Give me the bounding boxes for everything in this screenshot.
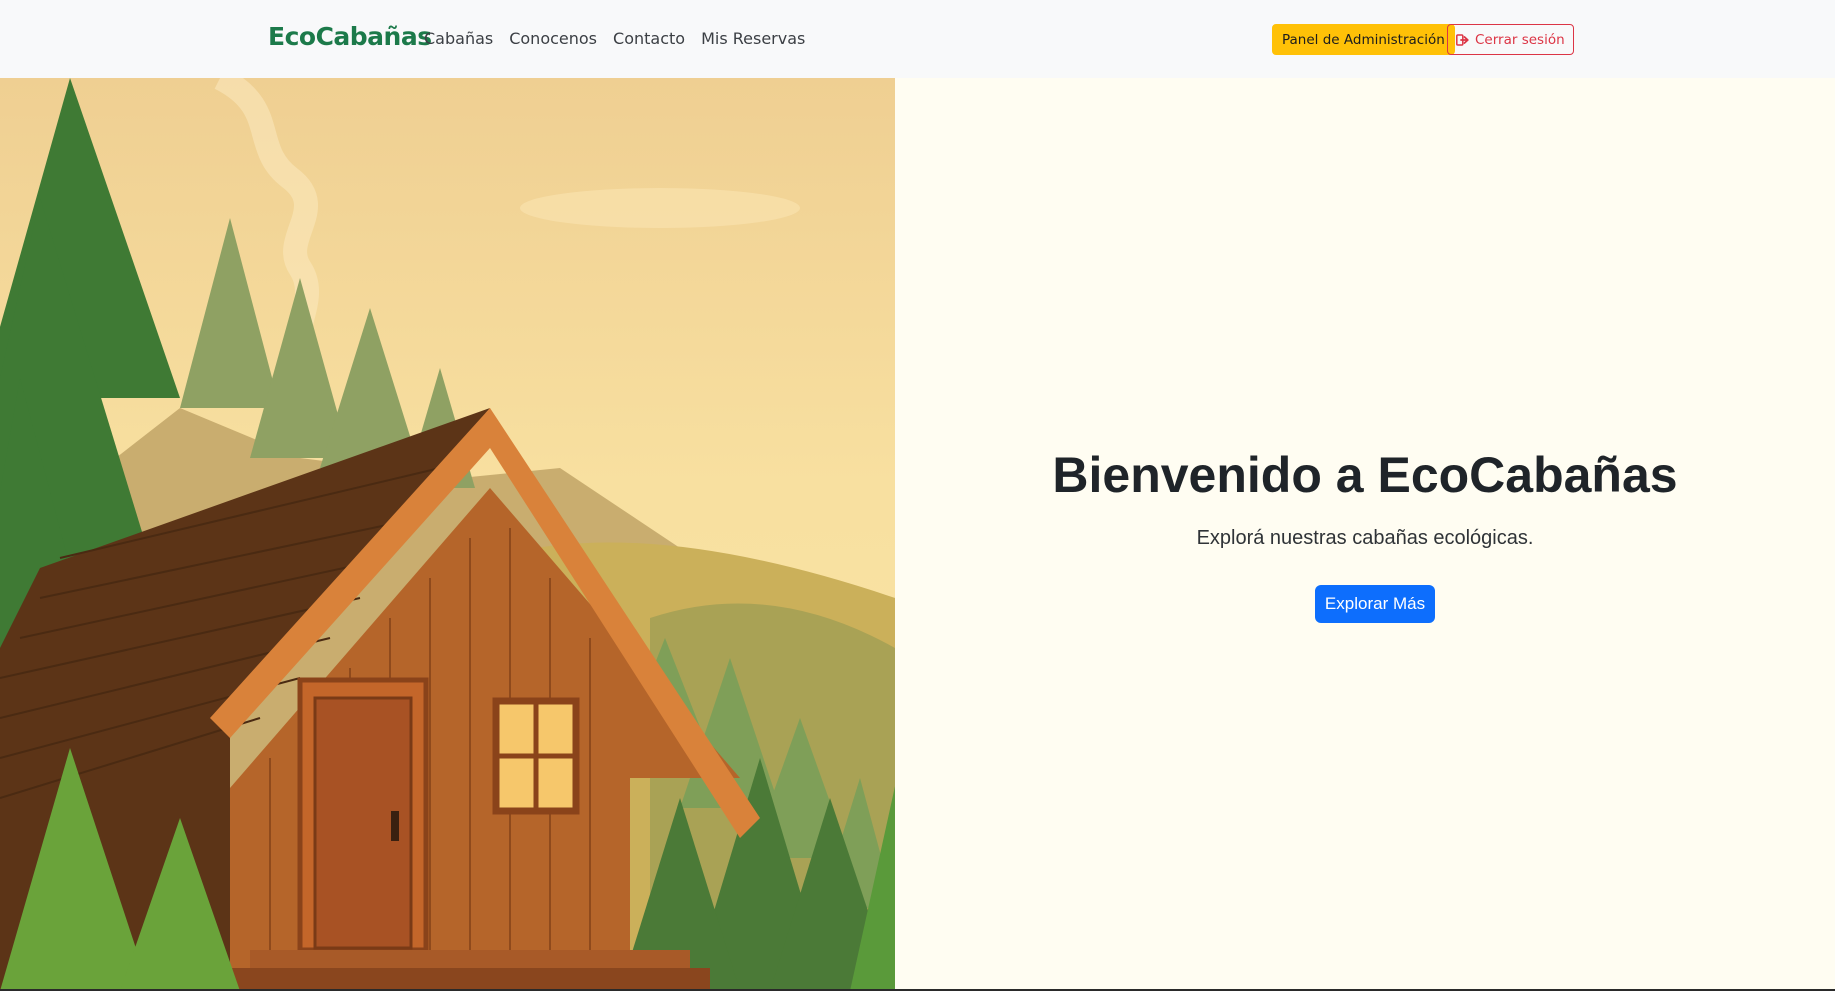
hero-subtitle: Explorá nuestras cabañas ecológicas. xyxy=(1196,527,1534,549)
top-navbar: EcoCabañas Cabañas Conocenos Contacto Mi… xyxy=(0,0,1835,78)
admin-panel-label: Panel de Administración xyxy=(1282,31,1445,48)
nav-link-mis-reservas[interactable]: Mis Reservas xyxy=(701,29,805,48)
nav-link-conocenos[interactable]: Conocenos xyxy=(509,29,597,48)
cabin-forest-illustration xyxy=(0,78,895,991)
hero-section: Bienvenido a EcoCabañas Explorá nuestras… xyxy=(895,78,1835,991)
sign-out-icon xyxy=(1456,33,1469,46)
explore-more-label: Explorar Más xyxy=(1324,594,1426,613)
logout-label: Cerrar sesión xyxy=(1475,31,1565,48)
nav-link-contacto[interactable]: Contacto xyxy=(613,29,685,48)
nav-link-cabanas[interactable]: Cabañas xyxy=(424,29,493,48)
brand-logo[interactable]: EcoCabañas xyxy=(268,22,432,51)
hero-title: Bienvenido a EcoCabañas xyxy=(1052,447,1678,503)
explore-more-button[interactable]: Explorar Más xyxy=(1315,585,1435,623)
admin-panel-button[interactable]: Panel de Administración xyxy=(1272,24,1455,55)
logout-button[interactable]: Cerrar sesión xyxy=(1447,24,1574,55)
nav-links: Cabañas Conocenos Contacto Mis Reservas xyxy=(424,29,805,48)
